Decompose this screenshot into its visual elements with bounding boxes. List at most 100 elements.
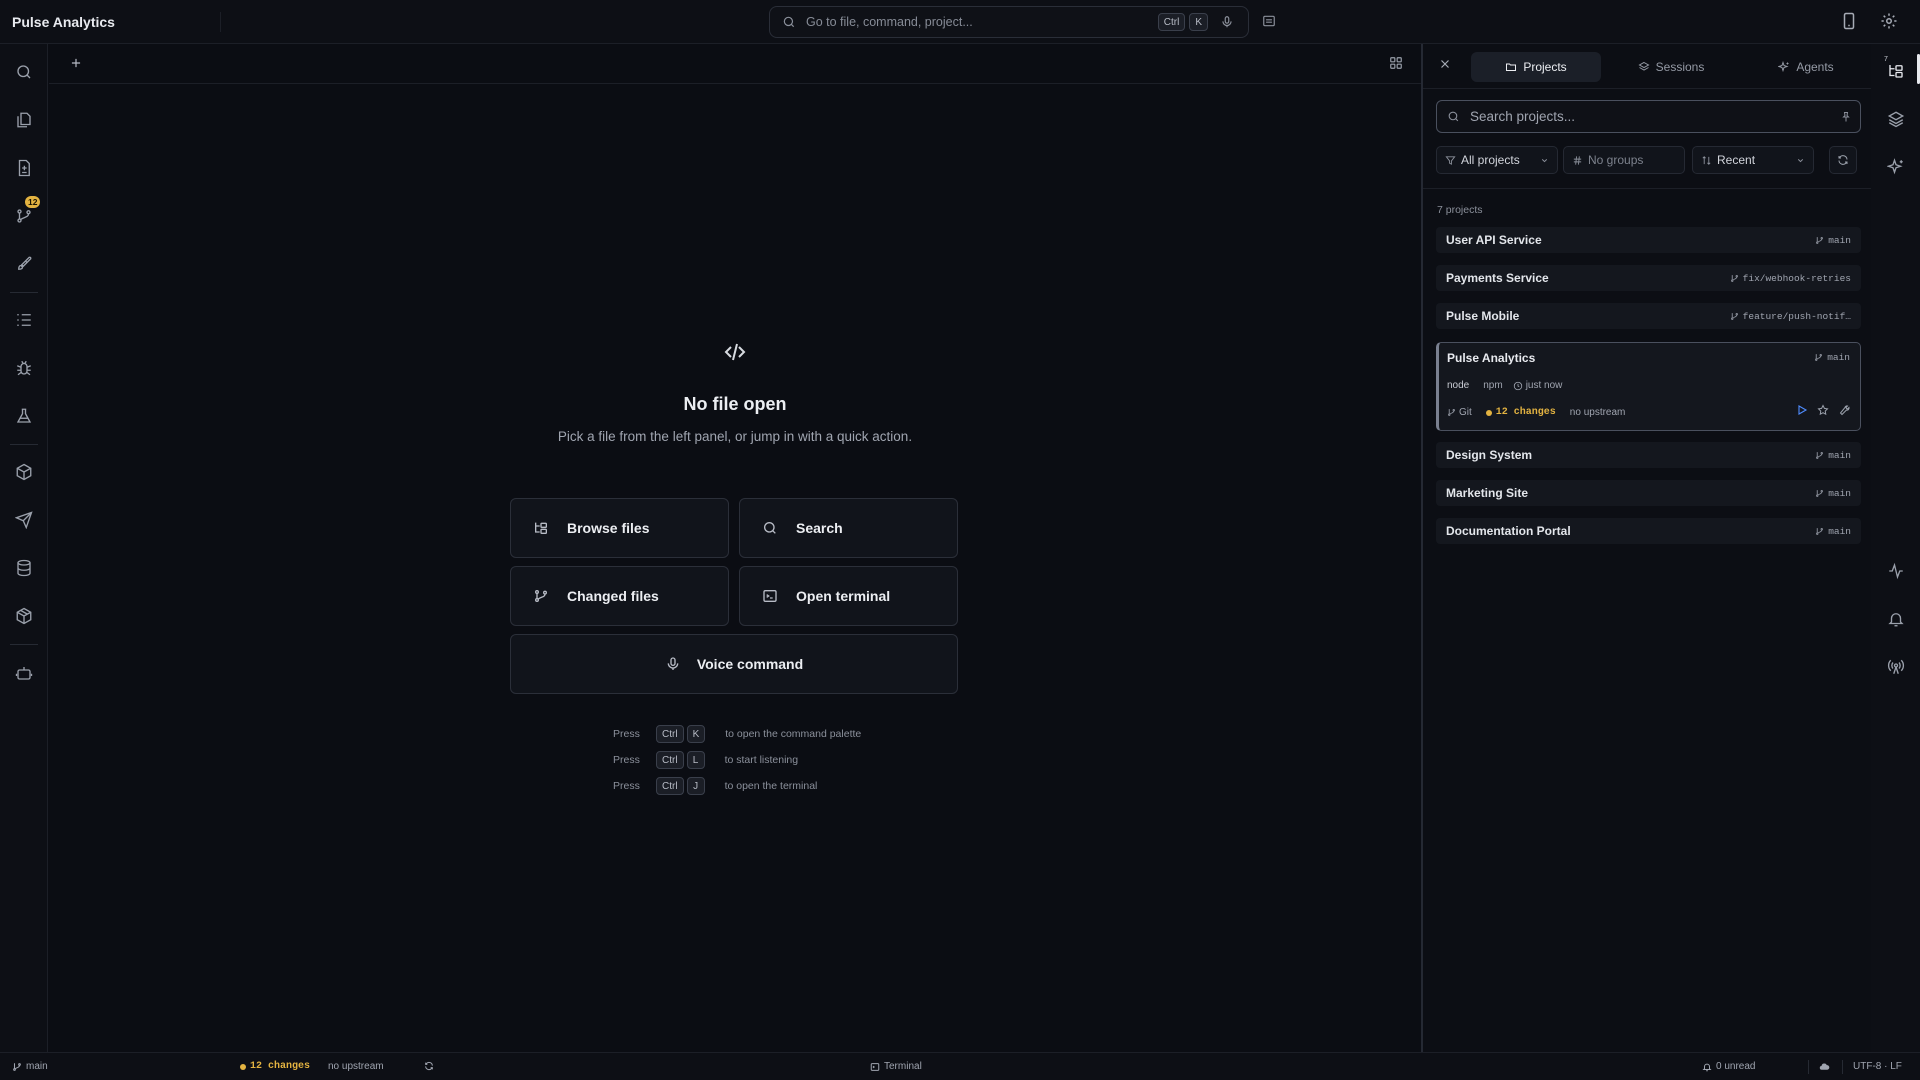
play-icon[interactable] bbox=[1796, 404, 1808, 416]
folder-icon bbox=[1506, 63, 1517, 71]
branch-name: main bbox=[1828, 525, 1851, 537]
refresh-icon bbox=[1838, 155, 1848, 165]
status-bar: main 12 changes no upstream Terminal 0 u… bbox=[0, 1052, 1920, 1080]
command-search-input[interactable]: Go to file, command, project... Ctrl K bbox=[769, 6, 1249, 38]
kbd-key: K bbox=[686, 725, 706, 743]
project-item[interactable]: User API Service main bbox=[1436, 227, 1861, 253]
kbd-ctrl: Ctrl bbox=[656, 777, 684, 795]
tab-projects[interactable]: Projects bbox=[1471, 52, 1601, 82]
close-icon[interactable] bbox=[1439, 58, 1451, 70]
open-terminal-button[interactable]: Open terminal bbox=[739, 566, 958, 626]
flask-icon[interactable] bbox=[12, 404, 36, 428]
groups-filter-label: No groups bbox=[1588, 153, 1644, 167]
microphone-icon[interactable] bbox=[1220, 15, 1234, 29]
project-search-input[interactable]: Search projects... bbox=[1436, 100, 1861, 133]
projects-panel-icon[interactable] bbox=[1885, 60, 1907, 82]
pin-icon[interactable] bbox=[1840, 111, 1852, 123]
status-notifications[interactable]: 0 unread bbox=[1702, 1061, 1755, 1072]
new-tab-plus-icon[interactable] bbox=[69, 56, 83, 70]
grid-layout-icon[interactable] bbox=[1389, 56, 1403, 70]
project-item[interactable]: Marketing Site main bbox=[1436, 480, 1861, 506]
git-branch-icon bbox=[1816, 451, 1824, 459]
bug-icon[interactable] bbox=[12, 356, 36, 380]
kbd-ctrl: Ctrl bbox=[1157, 13, 1186, 31]
kbd-ctrl: Ctrl bbox=[656, 751, 684, 769]
title-divider bbox=[220, 12, 221, 32]
cloud-icon[interactable] bbox=[1819, 1061, 1834, 1072]
star-icon[interactable] bbox=[1817, 404, 1829, 416]
status-encoding[interactable]: UTF-8 · LF bbox=[1853, 1061, 1902, 1072]
groups-filter-select[interactable]: No groups bbox=[1563, 146, 1685, 174]
bell-icon bbox=[1702, 1063, 1712, 1071]
sort-select[interactable]: Recent bbox=[1692, 146, 1814, 174]
terminal-icon bbox=[762, 588, 778, 604]
browse-files-button[interactable]: Browse files bbox=[510, 498, 729, 558]
mobile-preview-icon[interactable] bbox=[1840, 12, 1858, 30]
search-icon[interactable] bbox=[12, 60, 36, 84]
project-item[interactable]: Pulse Mobile feature/push-notif… bbox=[1436, 303, 1861, 329]
kbd-k: K bbox=[1189, 13, 1208, 31]
empty-state: No file open Pick a file from the left p… bbox=[49, 340, 1421, 444]
status-branch[interactable]: main bbox=[12, 1061, 48, 1072]
rocket-icon[interactable] bbox=[12, 252, 36, 276]
wrench-icon[interactable] bbox=[1838, 404, 1850, 416]
broadcast-icon[interactable] bbox=[1885, 656, 1907, 678]
settings-gear-icon[interactable] bbox=[1880, 12, 1898, 30]
hint-text: to start listening bbox=[724, 754, 799, 766]
status-changes[interactable]: 12 changes bbox=[240, 1061, 310, 1072]
status-changes-label: 12 changes bbox=[250, 1061, 311, 1072]
refresh-button[interactable] bbox=[1829, 146, 1857, 174]
branch-name: main bbox=[1828, 234, 1851, 246]
code-icon bbox=[723, 340, 747, 364]
status-divider bbox=[1808, 1060, 1809, 1074]
sync-icon[interactable] bbox=[424, 1061, 438, 1071]
activity-bar: 12 bbox=[0, 44, 48, 1052]
box-icon[interactable] bbox=[12, 604, 36, 628]
project-actions bbox=[1787, 404, 1850, 416]
tab-sessions[interactable]: Sessions bbox=[1606, 52, 1736, 82]
project-item[interactable]: Documentation Portal main bbox=[1436, 518, 1861, 544]
tasks-icon[interactable] bbox=[12, 308, 36, 332]
project-name: Pulse Analytics bbox=[1447, 351, 1536, 365]
panel-layout-icon[interactable] bbox=[1262, 14, 1276, 28]
package-icon[interactable] bbox=[12, 460, 36, 484]
scope-filter-select[interactable]: All projects bbox=[1436, 146, 1558, 174]
project-name: Payments Service bbox=[1446, 271, 1549, 285]
branch-name: main bbox=[1827, 352, 1850, 363]
branch-name: main bbox=[1828, 449, 1851, 461]
hash-icon bbox=[1572, 155, 1583, 166]
voice-command-button[interactable]: Voice command bbox=[510, 634, 958, 694]
changes-icon[interactable] bbox=[12, 156, 36, 180]
tab-agents-label: Agents bbox=[1796, 60, 1834, 74]
kbd-key: L bbox=[686, 751, 705, 769]
tab-agents[interactable]: Agents bbox=[1741, 52, 1871, 82]
project-item[interactable]: Design System main bbox=[1436, 442, 1861, 468]
project-item[interactable]: Payments Service fix/webhook-retries bbox=[1436, 265, 1861, 291]
layers-icon[interactable] bbox=[1885, 108, 1907, 130]
git-branch-icon bbox=[1448, 409, 1455, 416]
filter-icon bbox=[1445, 155, 1456, 166]
project-branch: main bbox=[1815, 235, 1851, 246]
git-branch-icon bbox=[1815, 354, 1823, 361]
search-button[interactable]: Search bbox=[739, 498, 958, 558]
files-icon[interactable] bbox=[12, 108, 36, 132]
bot-icon[interactable] bbox=[12, 661, 36, 685]
sparkles-icon[interactable] bbox=[1885, 156, 1907, 178]
activity-pulse-icon[interactable] bbox=[1885, 560, 1907, 582]
hint-press: Press bbox=[613, 754, 640, 766]
changed-files-button[interactable]: Changed files bbox=[510, 566, 729, 626]
changed-files-label: Changed files bbox=[567, 588, 659, 604]
git-branch-icon[interactable] bbox=[12, 204, 36, 228]
send-icon[interactable] bbox=[12, 508, 36, 532]
changes-count: 12 changes bbox=[1495, 407, 1556, 418]
rail-divider bbox=[10, 444, 38, 445]
bell-icon[interactable] bbox=[1885, 608, 1907, 630]
project-item-selected[interactable]: Pulse Analytics main node npm just now G… bbox=[1436, 342, 1861, 431]
branch-name: fix/webhook-retries bbox=[1742, 272, 1851, 284]
status-unread-label: 0 unread bbox=[1716, 1061, 1756, 1072]
database-icon[interactable] bbox=[12, 556, 36, 580]
search-icon bbox=[1447, 110, 1460, 123]
status-terminal[interactable]: Terminal bbox=[870, 1061, 922, 1072]
app-title: Pulse Analytics bbox=[12, 14, 115, 30]
status-upstream: no upstream bbox=[328, 1061, 384, 1072]
